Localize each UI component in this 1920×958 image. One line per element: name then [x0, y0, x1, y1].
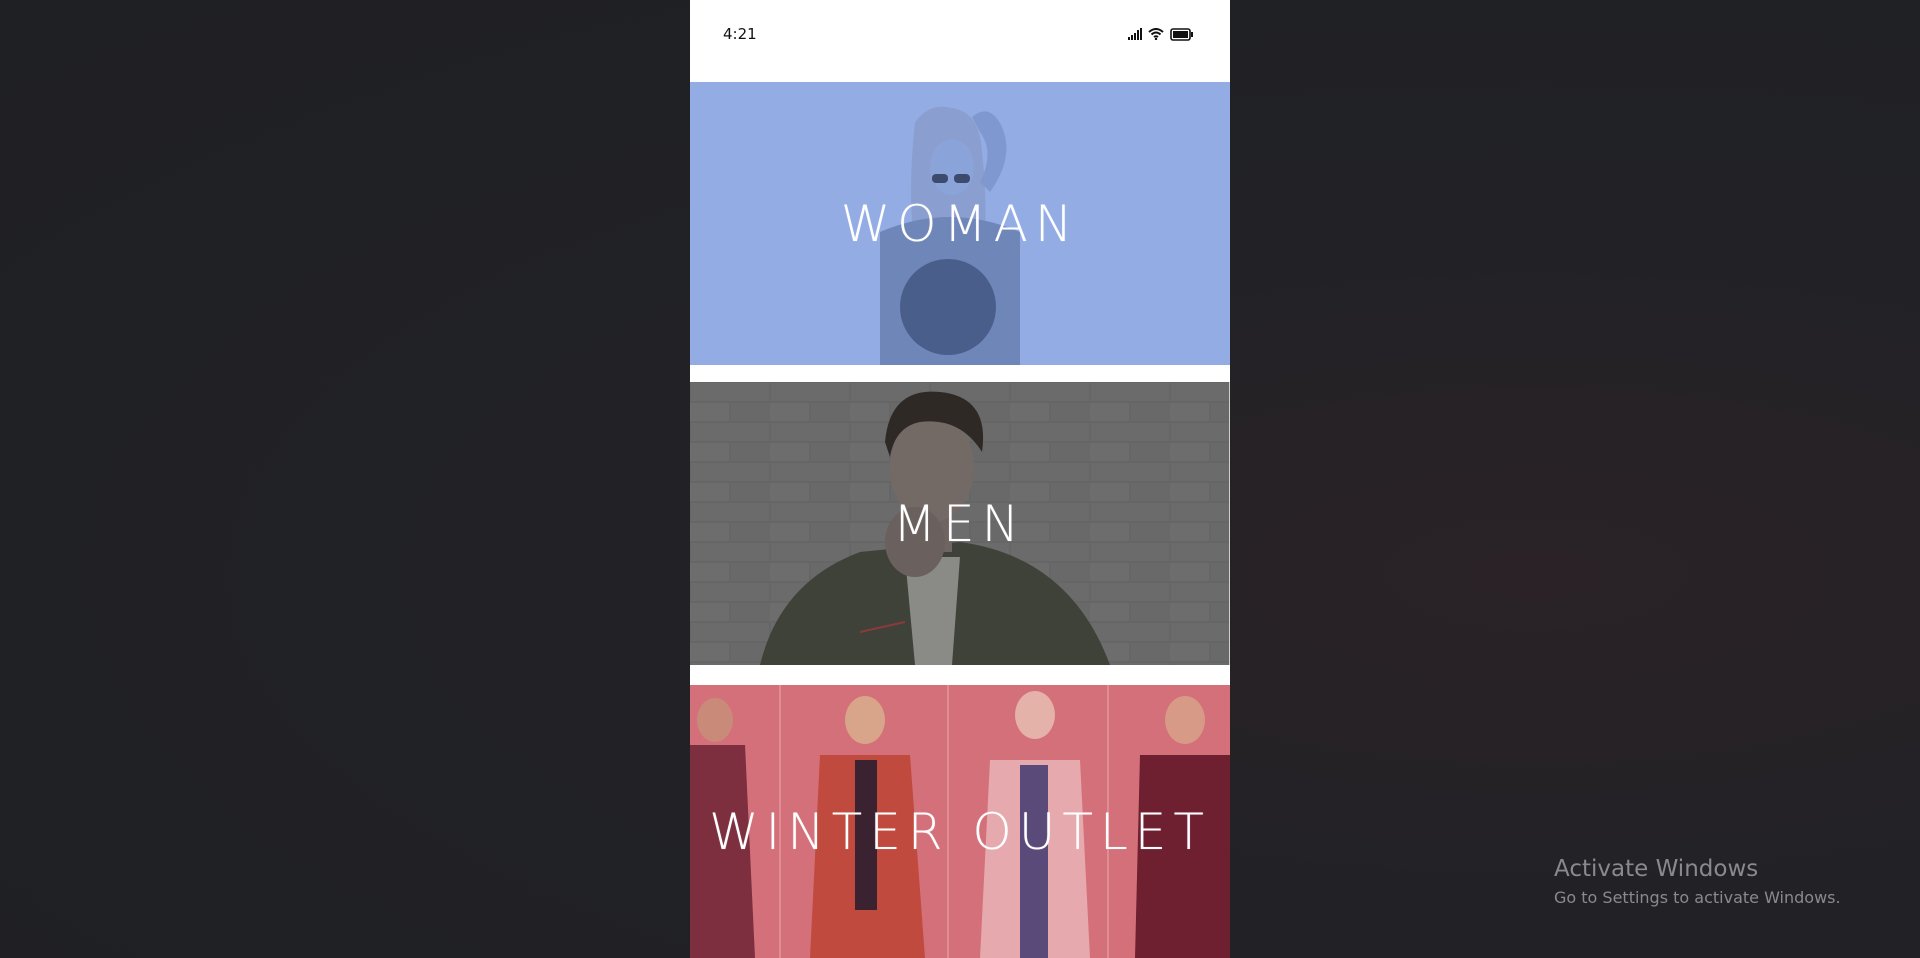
watermark-subtitle: Go to Settings to activate Windows. [1554, 888, 1841, 907]
category-label-winter-outlet: WINTER OUTLET [709, 803, 1211, 861]
battery-icon [1170, 27, 1194, 41]
category-men[interactable]: MEN [690, 382, 1230, 665]
category-label-men: MEN [892, 495, 1027, 553]
category-winter-outlet[interactable]: WINTER OUTLET [690, 685, 1230, 958]
wifi-icon [1148, 28, 1164, 40]
windows-activation-watermark: Activate Windows Go to Settings to activ… [1554, 856, 1841, 907]
status-icons [1128, 26, 1194, 42]
watermark-title: Activate Windows [1554, 856, 1759, 882]
category-woman[interactable]: WOMAN [690, 82, 1230, 365]
desktop-background: 4:21 WOMAN MEN WINTER OUTLET Activate Wi… [0, 0, 1920, 958]
phone-screen: 4:21 WOMAN MEN WINTER OUTLET [690, 0, 1230, 958]
status-time: 4:21 [723, 25, 757, 43]
category-label-woman: WOMAN [840, 195, 1080, 253]
signal-icon [1128, 28, 1142, 40]
status-bar: 4:21 [690, 0, 1230, 66]
